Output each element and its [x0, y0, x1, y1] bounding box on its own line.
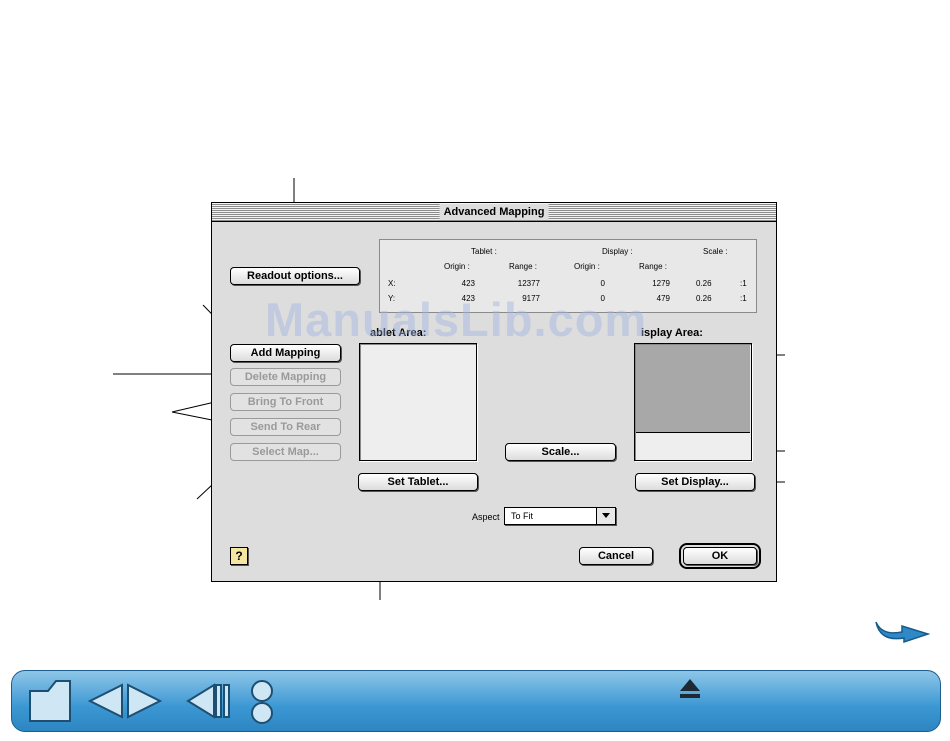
col-tablet-origin: Origin : [444, 262, 470, 271]
row-x-scale: 0.26 [696, 279, 712, 288]
dialog-title: Advanced Mapping [439, 204, 549, 220]
select-map-button[interactable]: Select Map... [230, 443, 341, 461]
scale-button[interactable]: Scale... [505, 443, 616, 461]
set-display-button[interactable]: Set Display... [635, 473, 755, 491]
next-page-arrow-icon[interactable] [872, 614, 934, 644]
bring-to-front-button[interactable]: Bring To Front [230, 393, 341, 411]
ok-button[interactable]: OK [679, 543, 761, 569]
col-display-origin: Origin : [574, 262, 600, 271]
help-icon[interactable]: ? [230, 547, 248, 565]
display-mapped-region[interactable] [636, 345, 750, 433]
tablet-header: Tablet : [471, 247, 497, 256]
readout-options-button[interactable]: Readout options... [230, 267, 360, 285]
tablet-area-preview[interactable] [359, 343, 477, 461]
set-tablet-button[interactable]: Set Tablet... [358, 473, 478, 491]
contents-index-icon[interactable] [248, 679, 276, 727]
display-area-label: isplay Area: [641, 327, 703, 339]
row-x-tablet-origin: 423 [461, 279, 475, 288]
delete-mapping-button[interactable]: Delete Mapping [230, 368, 341, 386]
row-x-display-range: 1279 [652, 279, 670, 288]
advanced-mapping-dialog: Advanced Mapping Tablet : Display : Scal… [211, 202, 777, 582]
aspect-select[interactable]: To Fit [504, 507, 616, 525]
title-bar[interactable]: Advanced Mapping [212, 203, 776, 222]
home-icon[interactable] [26, 677, 74, 725]
display-area-preview[interactable] [634, 343, 752, 461]
col-display-range: Range : [639, 262, 668, 271]
row-y-scale: 0.26 [696, 294, 712, 303]
next-page-icon[interactable] [124, 681, 164, 721]
aspect-label: Aspect [472, 512, 500, 522]
display-header: Display : [602, 247, 633, 256]
row-y-ratio: :1 [740, 294, 747, 303]
col-tablet-range: Range : [509, 262, 538, 271]
aspect-value: To Fit [511, 511, 534, 521]
eject-icon[interactable] [678, 677, 702, 703]
dropdown-arrow-icon[interactable] [596, 508, 615, 524]
scale-header: Scale : [703, 247, 728, 256]
navigation-bar [11, 670, 941, 732]
row-x-tablet-range: 12377 [517, 279, 540, 288]
row-x-display-origin: 0 [600, 279, 605, 288]
cancel-button[interactable]: Cancel [579, 547, 653, 565]
send-to-rear-button[interactable]: Send To Rear [230, 418, 341, 436]
watermark: ManualsLib.com [265, 293, 648, 346]
row-x-axis: X: [388, 279, 396, 288]
back-icon[interactable] [184, 681, 234, 721]
row-x-ratio: :1 [740, 279, 747, 288]
previous-page-icon[interactable] [86, 681, 126, 721]
